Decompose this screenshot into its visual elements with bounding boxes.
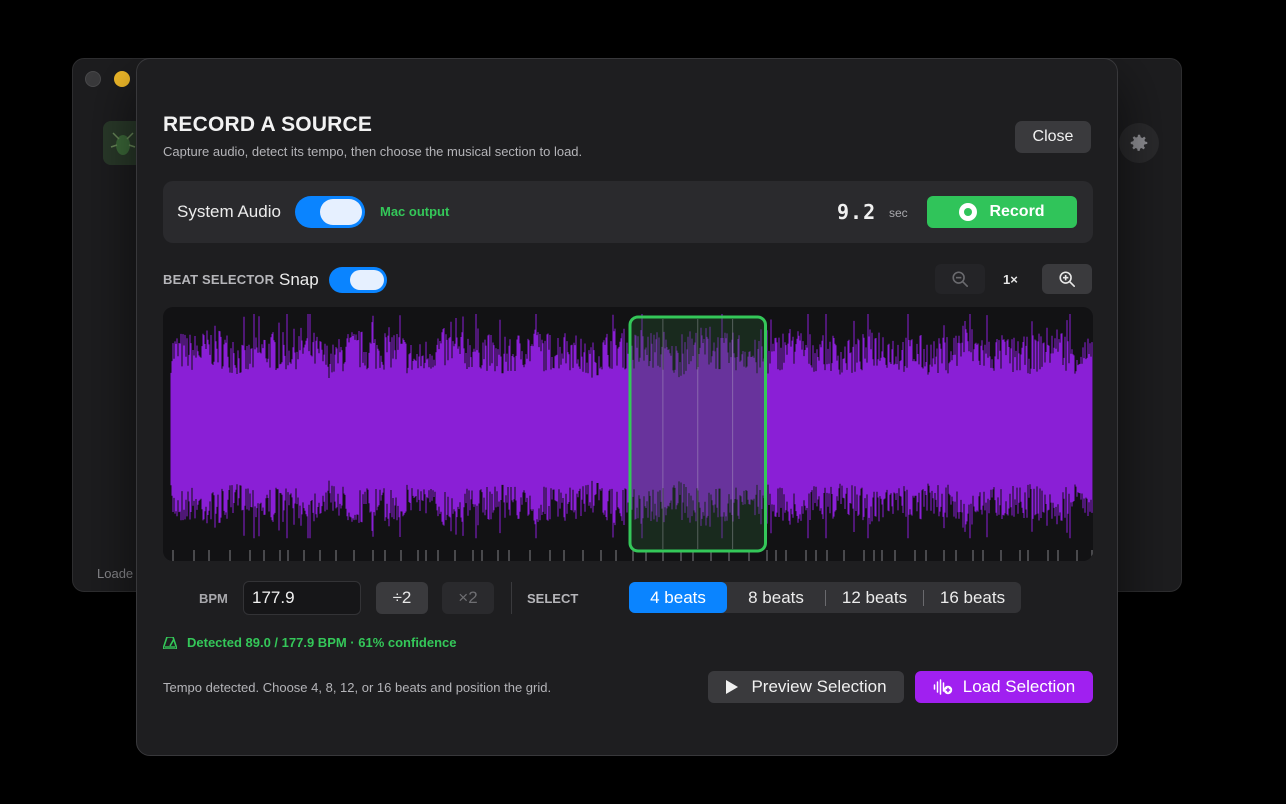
source-bar: System Audio Mac output 9.2 sec Record	[163, 181, 1093, 243]
duration-unit: sec	[889, 206, 908, 220]
dialog-title: RECORD A SOURCE	[163, 113, 373, 136]
metronome-icon	[163, 636, 177, 649]
select-label: SELECT	[527, 591, 579, 606]
record-icon	[959, 203, 978, 221]
record-source-dialog: RECORD A SOURCE Capture audio, detect it…	[136, 58, 1118, 756]
preview-selection-button[interactable]: Preview Selection	[708, 671, 904, 703]
preview-label: Preview Selection	[751, 677, 887, 696]
beat-option-12[interactable]: 12 beats	[826, 582, 923, 613]
zoom-out-button[interactable]	[935, 264, 985, 294]
beat-selector-label: BEAT SELECTOR	[163, 272, 275, 287]
detected-text: Detected 89.0 / 177.9 BPM · 61% confiden…	[187, 635, 457, 650]
load-label: Load Selection	[962, 677, 1076, 696]
zoom-in-icon	[1059, 271, 1076, 288]
waveform-canvas[interactable]	[163, 307, 1093, 561]
recording-duration: 9.2	[837, 200, 877, 224]
halve-bpm-button[interactable]: ÷2	[376, 582, 428, 614]
zoom-level-label: 1×	[1003, 272, 1018, 287]
bpm-input[interactable]	[243, 581, 361, 615]
output-device-label: Mac output	[380, 204, 450, 219]
loaded-status-text: Loade	[97, 566, 134, 581]
record-label: Record	[989, 203, 1045, 220]
snap-label: Snap	[279, 270, 319, 289]
zoom-in-button[interactable]	[1042, 264, 1092, 294]
waveform-add-icon	[933, 679, 952, 695]
dialog-subtitle: Capture audio, detect its tempo, then ch…	[163, 144, 583, 159]
play-icon	[726, 680, 739, 694]
load-selection-button[interactable]: Load Selection	[915, 671, 1093, 703]
double-bpm-button[interactable]: ×2	[442, 582, 494, 614]
tempo-detected-status: Detected 89.0 / 177.9 BPM · 61% confiden…	[163, 635, 457, 650]
footer-hint: Tempo detected. Choose 4, 8, 12, or 16 b…	[163, 680, 552, 695]
beat-option-8[interactable]: 8 beats	[727, 582, 825, 613]
window-minimize-button[interactable]	[114, 71, 130, 87]
window-close-button[interactable]	[85, 71, 101, 87]
divider	[511, 582, 512, 614]
beat-count-selector: 4 beats 8 beats 12 beats 16 beats	[629, 582, 1021, 613]
beat-option-16[interactable]: 16 beats	[924, 582, 1021, 613]
zoom-out-icon	[952, 271, 969, 288]
settings-gear-icon[interactable]	[1119, 123, 1159, 163]
snap-toggle[interactable]	[329, 267, 387, 293]
system-audio-toggle[interactable]	[295, 196, 365, 228]
close-button[interactable]: Close	[1015, 121, 1091, 153]
system-audio-label: System Audio	[177, 202, 281, 221]
record-button[interactable]: Record	[927, 196, 1077, 228]
beat-option-4[interactable]: 4 beats	[629, 582, 727, 613]
bpm-label: BPM	[199, 591, 228, 606]
